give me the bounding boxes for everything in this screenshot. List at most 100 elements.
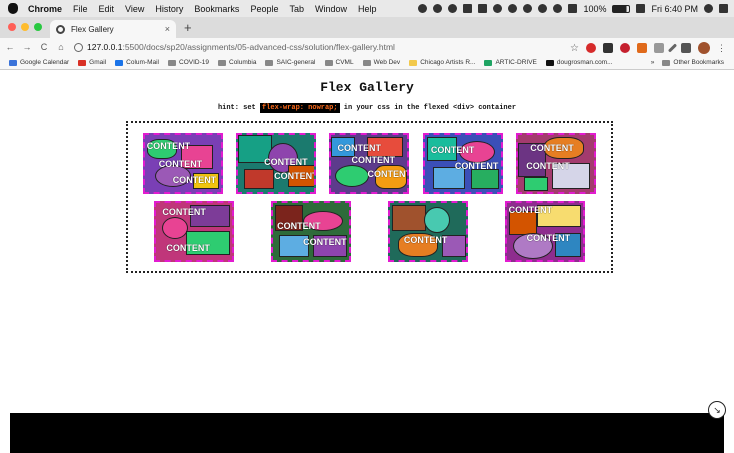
content-word: CONTENT: [530, 142, 574, 153]
bookmark-saic-general[interactable]: SAIC-general: [265, 59, 316, 66]
reload-icon[interactable]: C: [37, 42, 51, 52]
new-tab-button[interactable]: +: [184, 20, 192, 35]
flex-container: CONTENT CONTENT CONTENT CONTENT CONTENT …: [126, 121, 613, 273]
menu-bookmarks[interactable]: Bookmarks: [194, 4, 239, 14]
content-word: CONTENT: [172, 174, 217, 185]
profile-avatar[interactable]: [698, 42, 710, 54]
gallery-item: CONTENT CONTENT: [236, 132, 317, 194]
shape: [335, 164, 370, 187]
stats-icon[interactable]: [478, 4, 488, 13]
gallery-item: CONTENT CONTENT: [516, 132, 597, 194]
tab-title: Flex Gallery: [71, 24, 114, 34]
tab-flex-gallery[interactable]: Flex Gallery ×: [50, 20, 176, 38]
corner-widget-icon[interactable]: ↘: [708, 401, 726, 419]
folder-icon: [324, 59, 333, 66]
record-icon[interactable]: [418, 4, 428, 13]
shape: [391, 204, 426, 231]
bookmark-google-calendar[interactable]: Google Calendar: [9, 59, 69, 66]
more-bookmarks-icon[interactable]: »: [651, 59, 655, 66]
extension-dark-icon[interactable]: [603, 43, 613, 53]
bookmark-dougrosman[interactable]: dougrosman.com...: [545, 59, 613, 66]
content-word: CONTENT: [158, 158, 203, 169]
time-machine-icon[interactable]: [493, 4, 503, 13]
other-bookmarks[interactable]: Other Bookmarks: [662, 59, 724, 66]
menu-history[interactable]: History: [155, 4, 183, 14]
hint-prefix: hint: set: [217, 104, 260, 112]
extension-grey-icon[interactable]: [654, 43, 664, 53]
bottom-black-bar: [10, 413, 724, 453]
gallery-item: CONTENT CONTENT: [154, 200, 235, 262]
chrome-menu-icon[interactable]: ⋮: [717, 43, 726, 54]
menu-tab[interactable]: Tab: [289, 4, 304, 14]
bookmark-label: COVID-19: [179, 59, 209, 66]
menu-edit[interactable]: Edit: [99, 4, 115, 14]
bookmark-chicago-artists[interactable]: Chicago Artists R...: [409, 59, 475, 66]
menu-window[interactable]: Window: [315, 4, 347, 14]
gallery-item: CONTENT: [387, 200, 468, 262]
site-icon: [545, 59, 554, 66]
page-icon: [409, 59, 418, 66]
bookmark-label: SAIC-general: [276, 59, 316, 66]
zoom-window-icon[interactable]: [34, 23, 42, 31]
metamask-icon[interactable]: [637, 43, 647, 53]
ublock-icon[interactable]: [586, 43, 596, 53]
forward-icon[interactable]: →: [20, 42, 34, 52]
extension-square-icon[interactable]: [681, 43, 691, 53]
dropbox-icon[interactable]: [448, 4, 458, 13]
menu-file[interactable]: File: [73, 4, 88, 14]
menu-chrome[interactable]: Chrome: [28, 4, 62, 14]
content-word: CONTENT: [508, 204, 553, 215]
bookmark-label: dougrosman.com...: [556, 59, 613, 66]
bookmark-gmail[interactable]: Gmail: [78, 59, 106, 66]
bookmark-label: Web Dev: [373, 59, 401, 66]
bookmark-label: ARTIC-DRIVE: [495, 59, 537, 66]
menu-help[interactable]: Help: [358, 4, 377, 14]
tab-close-icon[interactable]: ×: [165, 24, 170, 34]
spotlight-icon[interactable]: [704, 4, 713, 13]
menu-people[interactable]: People: [250, 4, 278, 14]
battery-percent: 100%: [583, 3, 607, 14]
bookmark-covid-19[interactable]: COVID-19: [168, 59, 209, 66]
eyedropper-icon[interactable]: [667, 43, 678, 53]
drive-icon: [484, 59, 493, 66]
creative-cloud-icon[interactable]: [433, 4, 443, 13]
wifi-icon[interactable]: [538, 4, 548, 13]
tab-bar: Flex Gallery × +: [0, 17, 734, 38]
volume-icon[interactable]: [553, 4, 563, 13]
flag-icon[interactable]: [636, 4, 646, 13]
page-viewport: Flex Gallery hint: set flex-wrap: nowrap…: [10, 70, 724, 413]
bolt-icon[interactable]: [508, 4, 518, 13]
star-icon[interactable]: ☆: [570, 43, 579, 54]
close-window-icon[interactable]: [8, 23, 16, 31]
home-icon[interactable]: ⌂: [54, 42, 68, 52]
content-word: CONTENT: [277, 220, 321, 231]
bookmark-label: CVML: [335, 59, 354, 66]
content-word: CONTENT: [264, 156, 308, 167]
bookmark-cvml[interactable]: CVML: [324, 59, 354, 66]
bookmarks-bar: Google Calendar Gmail Colum-Mail COVID-1…: [0, 56, 734, 70]
bookmark-artic-drive[interactable]: ARTIC-DRIVE: [484, 59, 537, 66]
airplay-icon[interactable]: [568, 4, 578, 13]
bookmark-colum-mail[interactable]: Colum-Mail: [115, 59, 159, 66]
url-host: 127.0.0.1: [87, 42, 123, 52]
bookmark-web-dev[interactable]: Web Dev: [362, 59, 401, 66]
bluetooth-icon[interactable]: [523, 4, 533, 13]
info-icon[interactable]: [74, 42, 83, 52]
back-icon[interactable]: ←: [3, 42, 17, 52]
drive-icon[interactable]: [463, 4, 473, 13]
battery-icon[interactable]: [612, 4, 631, 13]
bookmark-label: Columbia: [229, 59, 257, 66]
notification-center-icon[interactable]: [719, 4, 728, 13]
minimize-window-icon[interactable]: [21, 23, 29, 31]
bookmark-columbia[interactable]: Columbia: [218, 59, 256, 66]
apple-icon[interactable]: [8, 3, 18, 14]
pinterest-icon[interactable]: [620, 43, 630, 53]
clock[interactable]: Fri 6:40 PM: [651, 4, 698, 14]
url-path: :5500/docs/sp20/assignments/05-advanced-…: [122, 42, 395, 52]
browser-toolbar: ← → C ⌂ 127.0.0.1:5500/docs/sp20/assignm…: [0, 38, 734, 56]
address-bar[interactable]: 127.0.0.1:5500/docs/sp20/assignments/05-…: [74, 42, 395, 52]
status-area: 100% Fri 6:40 PM: [418, 0, 728, 17]
menu-view[interactable]: View: [125, 4, 144, 14]
gmail-icon: [78, 59, 87, 66]
content-word: CONTENT: [454, 160, 499, 171]
